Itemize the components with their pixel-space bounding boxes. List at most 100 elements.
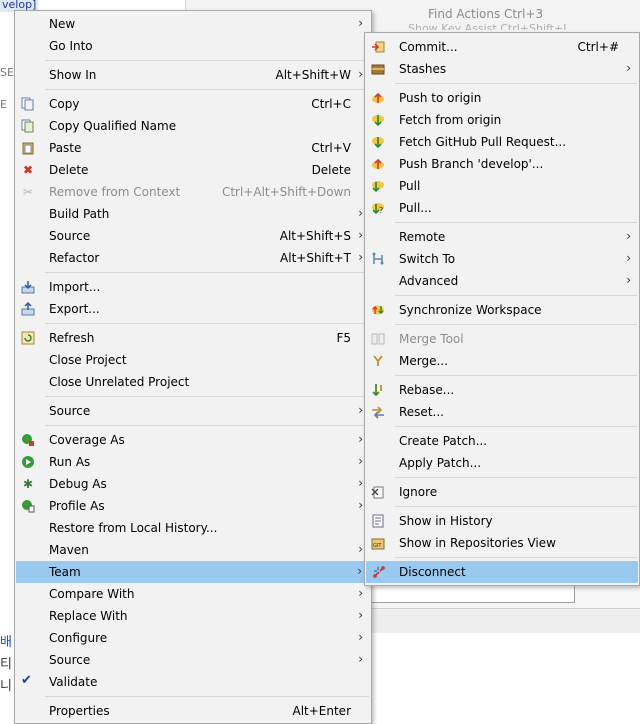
menu-item-close-unrelated-project[interactable]: Close Unrelated Project [15,371,371,393]
copy-qualified-name-icon [21,119,35,133]
menu-item-shortcut: Ctrl+V [311,141,351,155]
menu-item-synchronize-workspace[interactable]: Synchronize Workspace [365,299,639,321]
menu-item-label: Paste [49,141,82,155]
menu-item-profile-as[interactable]: Profile As › [15,495,371,517]
menu-item-stashes[interactable]: Stashes › [365,58,639,80]
menu-item-restore-local-history[interactable]: Restore from Local History... [15,517,371,539]
bottom-text-line: 배 [0,635,12,650]
menu-item-refresh[interactable]: Refresh F5 [15,327,371,349]
menu-item-label: Close Project [49,353,127,367]
fetch-pull-request-icon [371,135,385,149]
menu-item-merge[interactable]: Merge... [365,350,639,372]
submenu-arrow-icon: › [358,630,363,644]
menu-item-source-submenu[interactable]: Source › [15,400,371,422]
menu-item-label: Ignore [399,485,438,499]
menu-item-export[interactable]: Export... [15,298,371,320]
menu-item-label: Debug As [49,477,107,491]
side-text-2: E [0,98,7,111]
menu-item-shortcut: Delete [311,163,351,177]
menu-item-build-path[interactable]: Build Path › [15,203,371,225]
menu-item-pull-dialog[interactable]: ? Pull... [365,197,639,219]
menu-item-disconnect[interactable]: Disconnect [366,561,638,583]
submenu-arrow-icon: › [626,61,631,75]
menu-item-reset[interactable]: Reset... [365,401,639,423]
menu-item-push-to-origin[interactable]: Push to origin [365,87,639,109]
coverage-icon [21,433,35,447]
profile-icon [21,499,35,513]
menu-item-push-branch[interactable]: Push Branch 'develop'... [365,153,639,175]
import-icon [21,280,35,294]
menu-item-shortcut: Alt+Enter [292,704,351,718]
menu-separator [45,323,369,324]
menu-item-configure[interactable]: Configure › [15,627,371,649]
menu-item-label: Export... [49,302,100,316]
svg-text:?: ? [379,206,383,215]
branch-switch-icon [371,252,385,266]
menu-item-commit[interactable]: Commit... Ctrl+# [365,36,639,58]
menu-item-show-in-repositories[interactable]: GIT Show in Repositories View [365,532,639,554]
menu-item-debug-as[interactable]: ✱ Debug As › [15,473,371,495]
submenu-arrow-icon: › [358,454,363,468]
paste-icon [21,141,35,155]
menu-item-source[interactable]: Source Alt+Shift+S › [15,225,371,247]
menu-item-ignore[interactable]: Ignore [365,481,639,503]
menu-item-switch-to[interactable]: Switch To › [365,248,639,270]
menu-item-advanced[interactable]: Advanced › [365,270,639,292]
menu-item-label: Merge Tool [399,332,464,346]
menu-separator [45,396,369,397]
submenu-arrow-icon: › [358,542,363,556]
menu-item-team[interactable]: Team › [16,561,370,583]
menu-item-maven[interactable]: Maven › [15,539,371,561]
menu-item-label: Source [49,404,91,418]
menu-item-label: Show in Repositories View [399,536,556,550]
menu-item-apply-patch[interactable]: Apply Patch... [365,452,639,474]
submenu-arrow-icon: › [626,273,631,287]
submenu-arrow-icon: › [626,229,631,243]
menu-item-label: Source [49,229,91,243]
menu-item-import[interactable]: Import... [15,276,371,298]
menu-item-close-project[interactable]: Close Project [15,349,371,371]
menu-item-shortcut: Alt+Shift+T [280,251,351,265]
menu-item-label: Replace With [49,609,128,623]
menu-item-paste[interactable]: Paste Ctrl+V [15,137,371,159]
menu-item-label: Coverage As [49,433,125,447]
menu-item-show-in-history[interactable]: Show in History [365,510,639,532]
menu-item-run-as[interactable]: Run As › [15,451,371,473]
menu-item-rebase[interactable]: Rebase... [365,379,639,401]
menu-item-label: Advanced [399,274,459,288]
menu-item-delete[interactable]: ✖ Delete Delete [15,159,371,181]
menu-item-create-patch[interactable]: Create Patch... [365,430,639,452]
menu-item-validate[interactable]: ✔ Validate [15,671,371,693]
submenu-arrow-icon: › [358,250,363,264]
menu-item-copy-qualified-name[interactable]: Copy Qualified Name [15,115,371,137]
menu-item-compare-with[interactable]: Compare With › [15,583,371,605]
menu-item-copy[interactable]: Copy Ctrl+C [15,93,371,115]
svg-text:GIT: GIT [373,543,382,549]
menu-item-new[interactable]: New › [15,13,371,35]
delete-icon: ✖ [22,163,34,177]
side-text: SE [0,66,14,79]
ignore-icon [371,485,385,499]
menu-item-label: Run As [49,455,91,469]
menu-item-replace-with[interactable]: Replace With › [15,605,371,627]
menu-item-label: Apply Patch... [399,456,482,470]
menu-separator [45,89,369,90]
menu-item-coverage-as[interactable]: Coverage As › [15,429,371,451]
menu-item-source-3[interactable]: Source › [15,649,371,671]
menu-item-go-into[interactable]: Go Into [15,35,371,57]
submenu-arrow-icon: › [358,652,363,666]
checkmark-icon: ✔ [21,673,32,688]
key-assist-hint: Show Key Assist Ctrl+Shift+L [408,22,570,30]
menu-item-pull[interactable]: Pull [365,175,639,197]
menu-item-refactor[interactable]: Refactor Alt+Shift+T › [15,247,371,269]
menu-item-label: Commit... [399,40,458,54]
menu-item-properties[interactable]: Properties Alt+Enter [15,700,371,722]
menu-separator [45,60,369,61]
menu-item-fetch-github-pr[interactable]: Fetch GitHub Pull Request... [365,131,639,153]
menu-item-fetch-from-origin[interactable]: Fetch from origin [365,109,639,131]
menu-item-show-in[interactable]: Show In Alt+Shift+W › [15,64,371,86]
menu-item-shortcut: Ctrl+Alt+Shift+Down [221,185,351,199]
rebase-icon [371,383,385,397]
menu-item-label: Reset... [399,405,444,419]
menu-item-remote[interactable]: Remote › [365,226,639,248]
